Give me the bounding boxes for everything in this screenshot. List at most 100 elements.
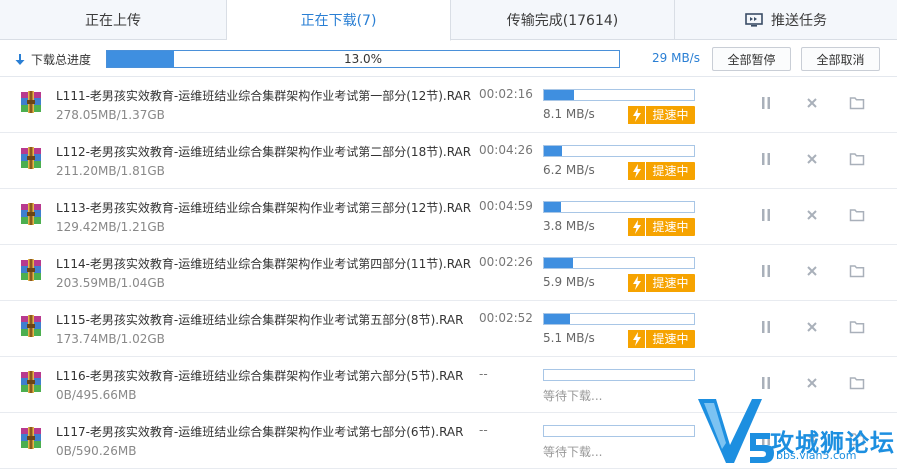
tab-label: 推送任务 (771, 13, 827, 29)
file-progress-bar (543, 201, 695, 213)
close-icon[interactable] (804, 207, 820, 223)
file-speed: 等待下载... (543, 389, 603, 403)
file-progress-bar (543, 425, 695, 437)
file-progress-fill (544, 314, 570, 324)
cancel-all-button[interactable]: 全部取消 (801, 47, 880, 71)
rar-archive-icon (18, 145, 44, 171)
rar-archive-icon (18, 425, 44, 451)
folder-icon[interactable] (849, 319, 865, 335)
boost-badge[interactable]: 提速中 (628, 218, 695, 236)
file-size: 0B/590.26MB (56, 444, 137, 458)
file-name: L115-老男孩实效教育-运维班结业综合集群架构作业考试第五部分(8节).RAR (56, 313, 464, 327)
file-progress-fill (544, 202, 561, 212)
v5-logo-icon (698, 399, 774, 463)
time-remaining: 00:04:59 (479, 199, 533, 213)
boost-label: 提速中 (652, 220, 689, 234)
lightning-icon (628, 162, 646, 180)
file-size: 0B/495.66MB (56, 388, 137, 402)
folder-icon[interactable] (849, 95, 865, 111)
file-progress-bar (543, 313, 695, 325)
file-name: L111-老男孩实效教育-运维班结业综合集群架构作业考试第一部分(12节).RA… (56, 89, 472, 103)
file-size: 129.42MB/1.21GB (56, 220, 165, 234)
file-size: 173.74MB/1.02GB (56, 332, 165, 346)
file-speed: 3.8 MB/s (543, 219, 595, 233)
watermark-url: bbs.vlan5.com (776, 449, 857, 462)
file-speed: 5.1 MB/s (543, 331, 595, 345)
folder-icon[interactable] (849, 263, 865, 279)
tab-completed[interactable]: 传输完成(17614) (451, 0, 675, 40)
pause-icon[interactable] (758, 95, 774, 111)
boost-label: 提速中 (652, 164, 689, 178)
close-icon[interactable] (804, 375, 820, 391)
close-icon[interactable] (804, 263, 820, 279)
total-speed: 29 MB/s (652, 51, 700, 65)
boost-label: 提速中 (652, 276, 689, 290)
folder-icon[interactable] (849, 151, 865, 167)
tab-label: 传输完成(17614) (506, 13, 619, 29)
file-speed: 8.1 MB/s (543, 107, 595, 121)
boost-badge[interactable]: 提速中 (628, 274, 695, 292)
boost-badge[interactable]: 提速中 (628, 330, 695, 348)
time-remaining: 00:02:52 (479, 311, 533, 325)
file-progress-bar (543, 89, 695, 101)
file-speed: 5.9 MB/s (543, 275, 595, 289)
download-arrow-icon (14, 52, 26, 66)
tab-uploading[interactable]: 正在上传 (0, 0, 227, 40)
file-size: 211.20MB/1.81GB (56, 164, 165, 178)
file-name: L113-老男孩实效教育-运维班结业综合集群架构作业考试第三部分(12节).RA… (56, 201, 472, 215)
file-size: 278.05MB/1.37GB (56, 108, 165, 122)
pause-icon[interactable] (758, 375, 774, 391)
file-progress-fill (544, 90, 574, 100)
total-progress-label: 下载总进度 (31, 53, 92, 67)
file-progress-bar (543, 145, 695, 157)
rar-archive-icon (18, 257, 44, 283)
lightning-icon (628, 218, 646, 236)
push-screen-icon (745, 13, 763, 27)
time-remaining: 00:02:16 (479, 87, 533, 101)
file-name: L116-老男孩实效教育-运维班结业综合集群架构作业考试第六部分(5节).RAR (56, 369, 464, 383)
file-progress-bar (543, 257, 695, 269)
total-progress-text: 13.0% (343, 52, 383, 66)
file-speed: 6.2 MB/s (543, 163, 595, 177)
download-row[interactable]: L115-老男孩实效教育-运维班结业综合集群架构作业考试第五部分(8节).RAR… (0, 301, 897, 357)
tab-label: 正在上传 (85, 13, 141, 29)
boost-badge[interactable]: 提速中 (628, 162, 695, 180)
file-name: L112-老男孩实效教育-运维班结业综合集群架构作业考试第二部分(18节).RA… (56, 145, 472, 159)
total-progress-bar: 13.0% (106, 50, 620, 68)
file-name: L114-老男孩实效教育-运维班结业综合集群架构作业考试第四部分(11节).RA… (56, 257, 472, 271)
file-progress-bar (543, 369, 695, 381)
download-row[interactable]: L111-老男孩实效教育-运维班结业综合集群架构作业考试第一部分(12节).RA… (0, 77, 897, 133)
boost-badge[interactable]: 提速中 (628, 106, 695, 124)
rar-archive-icon (18, 201, 44, 227)
download-row[interactable]: L113-老男孩实效教育-运维班结业综合集群架构作业考试第三部分(12节).RA… (0, 189, 897, 245)
pause-icon[interactable] (758, 319, 774, 335)
close-icon[interactable] (804, 319, 820, 335)
close-icon[interactable] (804, 95, 820, 111)
pause-all-button[interactable]: 全部暂停 (712, 47, 791, 71)
tab-push-tasks[interactable]: 推送任务 (675, 0, 897, 40)
time-remaining: 00:04:26 (479, 143, 533, 157)
time-remaining: -- (479, 367, 488, 381)
download-row[interactable]: L112-老男孩实效教育-运维班结业综合集群架构作业考试第二部分(18节).RA… (0, 133, 897, 189)
time-remaining: 00:02:26 (479, 255, 533, 269)
folder-icon[interactable] (849, 375, 865, 391)
pause-icon[interactable] (758, 263, 774, 279)
tab-bar: 正在上传 正在下载(7) 传输完成(17614) 推送任务 (0, 0, 897, 41)
lightning-icon (628, 274, 646, 292)
pause-icon[interactable] (758, 207, 774, 223)
file-speed: 等待下载... (543, 445, 603, 459)
rar-archive-icon (18, 313, 44, 339)
download-summary: 下载总进度 13.0% 29 MB/s 全部暂停 全部取消 (0, 41, 897, 77)
pause-icon[interactable] (758, 151, 774, 167)
file-size: 203.59MB/1.04GB (56, 276, 165, 290)
tab-downloading[interactable]: 正在下载(7) (227, 0, 451, 41)
watermark: 攻城狮论坛 bbs.vlan5.com (696, 393, 897, 467)
download-row[interactable]: L114-老男孩实效教育-运维班结业综合集群架构作业考试第四部分(11节).RA… (0, 245, 897, 301)
boost-label: 提速中 (652, 332, 689, 346)
file-progress-fill (544, 258, 573, 268)
boost-label: 提速中 (652, 108, 689, 122)
folder-icon[interactable] (849, 207, 865, 223)
file-progress-fill (544, 146, 562, 156)
lightning-icon (628, 330, 646, 348)
close-icon[interactable] (804, 151, 820, 167)
